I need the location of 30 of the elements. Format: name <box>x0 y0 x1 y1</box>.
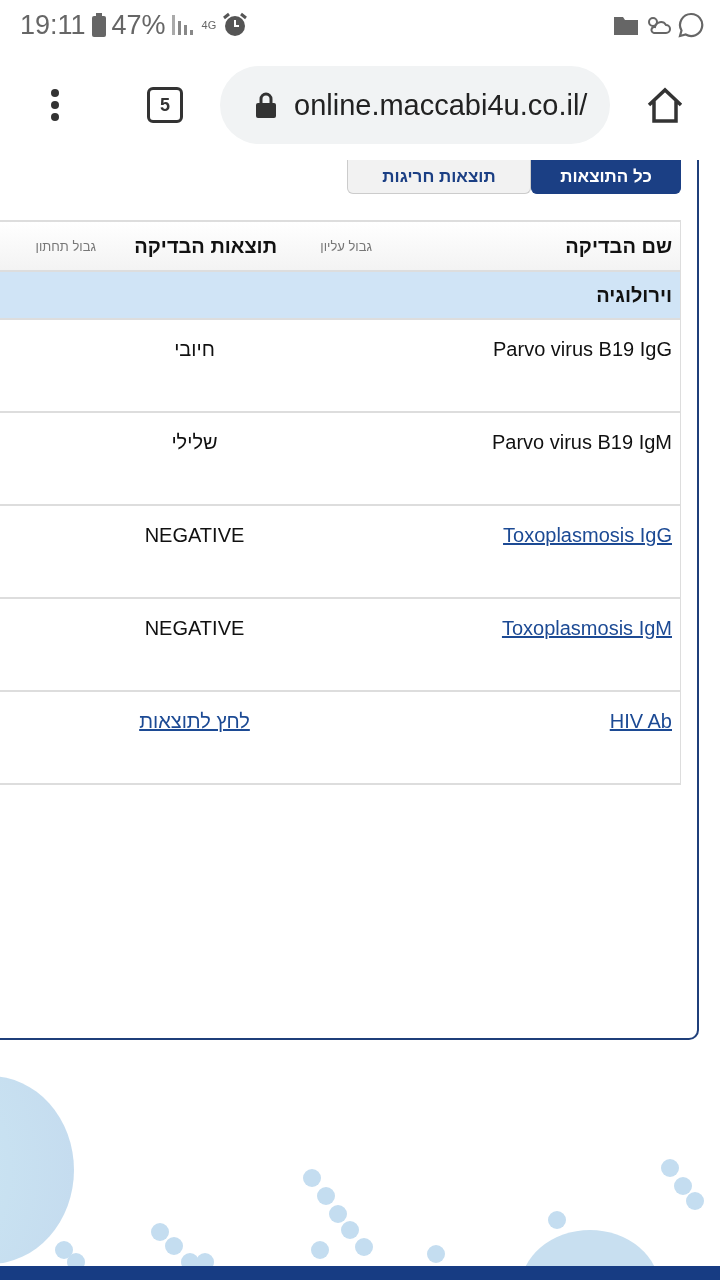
test-result: חיובי <box>174 338 215 361</box>
test-result: שלילי <box>171 431 218 454</box>
network-type: 4G <box>201 19 217 31</box>
alarm-icon <box>222 12 249 38</box>
test-name-link[interactable]: HIV Ab <box>609 710 672 732</box>
test-name-link[interactable]: Toxoplasmosis IgM <box>501 617 672 639</box>
test-result-link[interactable]: לחץ לתוצאות <box>139 710 250 733</box>
column-header: גבול עליון <box>320 238 372 254</box>
group-heading: וירולוגיה <box>0 272 680 320</box>
column-header: שם הבדיקה <box>565 234 672 258</box>
column-header: גבול תחתון <box>35 238 96 254</box>
tab-count-button[interactable]: 5 <box>147 87 183 123</box>
home-icon[interactable] <box>646 87 684 123</box>
lock-icon <box>256 92 276 118</box>
column-header: תוצאות הבדיקה <box>134 234 277 258</box>
test-result: NEGATIVE <box>144 524 245 547</box>
results-tab[interactable]: תוצאות חריגות <box>347 160 531 194</box>
test-result: NEGATIVE <box>144 617 245 640</box>
results-tab[interactable]: כל התוצאות <box>531 160 681 194</box>
test-name-link[interactable]: Toxoplasmosis IgG <box>503 524 672 546</box>
test-name: Parvo virus B19 IgG <box>493 338 672 360</box>
folder-icon <box>614 15 638 35</box>
menu-icon[interactable] <box>51 89 59 121</box>
signal-icon <box>171 15 196 35</box>
chat-icon <box>678 12 704 38</box>
test-name: Parvo virus B19 IgM <box>491 431 672 453</box>
status-time: 19:11 <box>20 9 86 41</box>
address-bar[interactable]: online.maccabi4u.co.il/ <box>220 66 610 144</box>
battery-icon <box>91 13 106 37</box>
battery-percent: 47% <box>111 9 166 41</box>
